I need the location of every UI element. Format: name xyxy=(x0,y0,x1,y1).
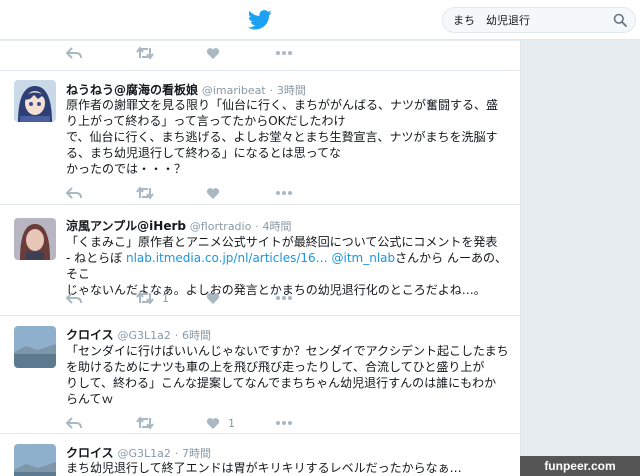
search-input[interactable] xyxy=(453,11,603,29)
display-name[interactable]: クロイス xyxy=(66,328,114,342)
tweet-line: を助けるためにナツも車の上を飛び飛び走ったりして、合流してひと盛り上が xyxy=(66,360,485,374)
more-icon xyxy=(276,191,292,195)
mention-link[interactable]: @itm_nlab xyxy=(331,251,395,265)
tweet[interactable]: ねうねう@腐海の看板娘 @imaribeat · 3時間 原作者の謝罪文を見る限… xyxy=(0,70,520,204)
tweet-timestamp[interactable]: 3時間 xyxy=(277,84,306,97)
display-name[interactable]: ねうねう@腐海の看板娘 xyxy=(66,83,198,97)
tweet-actions: 1 xyxy=(66,413,346,433)
more-button[interactable] xyxy=(276,288,346,308)
tweet-line: まち幼児退行して終了エンドは胃がキリキリするレベルだったからなぁ… xyxy=(66,461,462,475)
retweet-button[interactable] xyxy=(136,413,206,433)
user-handle[interactable]: @flortradio xyxy=(190,220,252,233)
avatar[interactable] xyxy=(14,444,56,476)
more-button[interactable] xyxy=(276,183,346,203)
tweet-timestamp[interactable]: 4時間 xyxy=(262,220,291,233)
reply-button[interactable] xyxy=(66,183,136,203)
tweet-line: る、まち幼児退行して終わる」になるとは思ってな xyxy=(66,146,342,160)
retweet-button[interactable] xyxy=(136,43,206,63)
like-button[interactable] xyxy=(206,43,276,63)
tweet-line: りして、終わる」こんな提案してなんでまちちゃん幼児退行すんのは誰にもわか xyxy=(66,376,497,390)
user-handle[interactable]: @imaribeat xyxy=(202,84,266,97)
retweet-icon xyxy=(136,46,154,60)
woman-photo-avatar-icon xyxy=(14,218,56,260)
search-box[interactable] xyxy=(442,7,636,33)
tweet-text: 「センダイに行けばいいんじゃないですか？センダイでアクシデント起こしたまち を助… xyxy=(66,343,512,407)
avatar[interactable] xyxy=(14,326,56,368)
reply-icon xyxy=(66,417,82,429)
column-divider xyxy=(520,41,521,476)
reply-icon xyxy=(66,292,82,304)
article-link[interactable]: nlab.itmedia.co.jp/nl/articles/16… xyxy=(126,251,328,265)
tweet-line: で、仙台に行く、まち逃げる、よしお堂々とまち生贄宣言、ナツがまちを洗脳す xyxy=(66,130,498,144)
retweet-button[interactable]: 1 xyxy=(136,288,206,308)
tweet-stream: ねうねう@腐海の看板娘 @imaribeat · 3時間 原作者の謝罪文を見る限… xyxy=(0,41,520,476)
more-icon xyxy=(276,421,292,425)
reply-icon xyxy=(66,47,82,59)
avatar[interactable] xyxy=(14,218,56,260)
retweet-icon xyxy=(136,416,154,430)
tweet-text: 原作者の謝罪文を見る限り「仙台に行く、まちががんばる、ナツが奮闘する、盛 り上が… xyxy=(66,97,512,177)
user-handle[interactable]: @G3L1a2 xyxy=(117,447,170,460)
tweet[interactable]: クロイス @G3L1a2 · 7時間 まち幼児退行して終了エンドは胃がキリキリす… xyxy=(0,433,520,476)
more-icon xyxy=(276,51,292,55)
tweet-line: かったのでは・・・？ xyxy=(66,162,187,176)
tweet-line: 「センダイに行けばいいんじゃないですか？センダイでアクシデント起こしたまち xyxy=(66,344,509,358)
retweet-icon xyxy=(136,186,154,200)
like-button[interactable]: 1 xyxy=(206,413,276,433)
tweet-text: まち幼児退行して終了エンドは胃がキリキリするレベルだったからなぁ… xyxy=(66,460,512,476)
landscape-avatar-icon xyxy=(14,326,56,368)
like-count: 1 xyxy=(228,416,235,430)
like-button[interactable] xyxy=(206,183,276,203)
heart-icon xyxy=(206,417,220,429)
tweet[interactable]: 涼風アンプル@iHerb @flortradio · 4時間 「くまみこ」原作者… xyxy=(0,204,520,310)
anime-girl-avatar-icon xyxy=(14,80,56,122)
like-button[interactable] xyxy=(206,288,276,308)
reply-icon xyxy=(66,187,82,199)
more-button[interactable] xyxy=(276,413,346,433)
tweet-line: 「くまみこ」原作者とアニメ公式サイトが最終回について公式にコメントを発表 xyxy=(66,235,498,249)
tweet-line: 原作者の謝罪文を見る限り「仙台に行く、まちががんばる、ナツが奮闘する、盛 xyxy=(66,98,499,112)
tweet-line: らんてｗ xyxy=(66,392,114,406)
tweet-timestamp[interactable]: 6時間 xyxy=(182,329,211,342)
top-bar xyxy=(0,0,640,40)
reply-button[interactable] xyxy=(66,288,136,308)
search-icon[interactable] xyxy=(613,13,627,27)
retweet-icon xyxy=(136,291,154,305)
display-name[interactable]: 涼風アンプル@iHerb xyxy=(66,219,186,233)
more-icon xyxy=(276,296,292,300)
heart-icon xyxy=(206,187,220,199)
heart-icon xyxy=(206,47,220,59)
tweet-timestamp[interactable]: 7時間 xyxy=(182,447,211,460)
retweet-count: 1 xyxy=(162,291,169,305)
retweet-button[interactable] xyxy=(136,183,206,203)
more-button[interactable] xyxy=(276,43,346,63)
tweet-line: - ねとらぼ nlab.itmedia.co.jp/nl/articles/16… xyxy=(66,251,507,281)
display-name[interactable]: クロイス xyxy=(66,446,114,460)
twitter-bird-icon[interactable] xyxy=(248,9,272,31)
user-handle[interactable]: @G3L1a2 xyxy=(117,329,170,342)
landscape-avatar-icon xyxy=(14,444,56,476)
avatar[interactable] xyxy=(14,80,56,122)
tweet[interactable]: クロイス @G3L1a2 · 6時間 「センダイに行けばいいんじゃないですか？セ… xyxy=(0,315,520,433)
tweet-line: り上がって終わる」って言ってたからOKだしたわけ xyxy=(66,114,346,128)
tweet-actions: 1 xyxy=(66,288,346,308)
reply-button[interactable] xyxy=(66,43,136,63)
tweet-actions xyxy=(66,183,346,203)
site-watermark: funpeer.com xyxy=(520,456,640,476)
heart-icon xyxy=(206,292,220,304)
tweet-actions xyxy=(66,43,346,63)
reply-button[interactable] xyxy=(66,413,136,433)
